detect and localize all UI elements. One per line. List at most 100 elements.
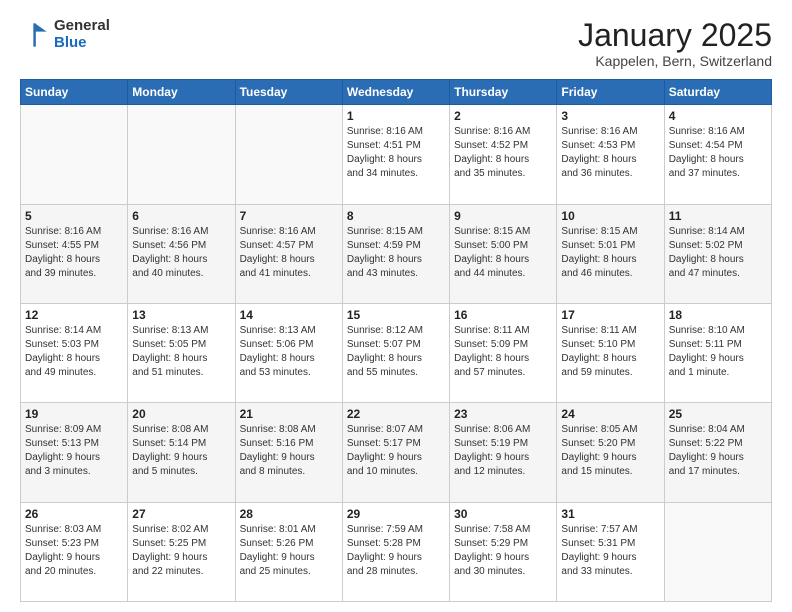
day-number: 16 <box>454 308 552 322</box>
day-info: Sunrise: 8:11 AM Sunset: 5:09 PM Dayligh… <box>454 324 552 380</box>
calendar-cell <box>128 105 235 204</box>
header: General Blue January 2025 Kappelen, Bern… <box>20 18 772 69</box>
logo-blue: Blue <box>54 34 87 51</box>
calendar-cell <box>664 502 771 601</box>
logo-text: General Blue <box>54 18 110 51</box>
day-number: 12 <box>25 308 123 322</box>
week-row-3: 12 Sunrise: 8:14 AM Sunset: 5:03 PM Dayli… <box>21 303 772 402</box>
calendar-cell: 11 Sunrise: 8:14 AM Sunset: 5:02 PM Dayli… <box>664 204 771 303</box>
logo: General Blue <box>20 18 110 51</box>
day-number: 8 <box>347 209 445 223</box>
calendar-cell: 31 Sunrise: 7:57 AM Sunset: 5:31 PM Dayli… <box>557 502 664 601</box>
day-number: 30 <box>454 507 552 521</box>
day-number: 5 <box>25 209 123 223</box>
calendar-cell: 5Sunrise: 8:16 AM Sunset: 4:55 PM Daylig… <box>21 204 128 303</box>
calendar-cell: 1Sunrise: 8:16 AM Sunset: 4:51 PM Daylig… <box>342 105 449 204</box>
day-number: 27 <box>132 507 230 521</box>
day-info: Sunrise: 8:16 AM Sunset: 4:53 PM Dayligh… <box>561 125 659 181</box>
calendar-cell: 20 Sunrise: 8:08 AM Sunset: 5:14 PM Dayli… <box>128 403 235 502</box>
title-block: January 2025 Kappelen, Bern, Switzerland <box>578 18 772 69</box>
weekday-header-monday: Monday <box>128 80 235 105</box>
logo-general: General <box>54 17 110 34</box>
day-info: Sunrise: 8:13 AM Sunset: 5:05 PM Dayligh… <box>132 324 230 380</box>
weekday-header-saturday: Saturday <box>664 80 771 105</box>
month-title: January 2025 <box>578 18 772 53</box>
day-info: Sunrise: 8:10 AM Sunset: 5:11 PM Dayligh… <box>669 324 767 380</box>
calendar-cell: 8 Sunrise: 8:15 AM Sunset: 4:59 PM Daylig… <box>342 204 449 303</box>
weekday-header-tuesday: Tuesday <box>235 80 342 105</box>
calendar-table: SundayMondayTuesdayWednesdayThursdayFrid… <box>20 79 772 602</box>
day-info: Sunrise: 8:16 AM Sunset: 4:52 PM Dayligh… <box>454 125 552 181</box>
calendar-cell: 6 Sunrise: 8:16 AM Sunset: 4:56 PM Daylig… <box>128 204 235 303</box>
day-info: Sunrise: 8:16 AM Sunset: 4:51 PM Dayligh… <box>347 125 445 181</box>
day-info: Sunrise: 8:13 AM Sunset: 5:06 PM Dayligh… <box>240 324 338 380</box>
day-number: 11 <box>669 209 767 223</box>
weekday-header-sunday: Sunday <box>21 80 128 105</box>
calendar-cell: 21Sunrise: 8:08 AM Sunset: 5:16 PM Dayli… <box>235 403 342 502</box>
calendar-cell: 17Sunrise: 8:11 AM Sunset: 5:10 PM Dayli… <box>557 303 664 402</box>
day-info: Sunrise: 7:58 AM Sunset: 5:29 PM Dayligh… <box>454 523 552 579</box>
calendar-cell: 13 Sunrise: 8:13 AM Sunset: 5:05 PM Dayli… <box>128 303 235 402</box>
day-number: 3 <box>561 109 659 123</box>
calendar-cell: 30 Sunrise: 7:58 AM Sunset: 5:29 PM Dayli… <box>450 502 557 601</box>
logo-icon <box>20 20 50 50</box>
weekday-header-thursday: Thursday <box>450 80 557 105</box>
day-info: Sunrise: 8:12 AM Sunset: 5:07 PM Dayligh… <box>347 324 445 380</box>
day-info: Sunrise: 8:16 AM Sunset: 4:56 PM Dayligh… <box>132 225 230 281</box>
day-number: 31 <box>561 507 659 521</box>
day-info: Sunrise: 8:16 AM Sunset: 4:57 PM Dayligh… <box>240 225 338 281</box>
day-number: 13 <box>132 308 230 322</box>
calendar-cell: 26Sunrise: 8:03 AM Sunset: 5:23 PM Dayli… <box>21 502 128 601</box>
day-info: Sunrise: 8:02 AM Sunset: 5:25 PM Dayligh… <box>132 523 230 579</box>
calendar-cell: 12 Sunrise: 8:14 AM Sunset: 5:03 PM Dayli… <box>21 303 128 402</box>
day-number: 4 <box>669 109 767 123</box>
day-number: 28 <box>240 507 338 521</box>
calendar-cell: 15 Sunrise: 8:12 AM Sunset: 5:07 PM Dayli… <box>342 303 449 402</box>
calendar-cell: 7 Sunrise: 8:16 AM Sunset: 4:57 PM Daylig… <box>235 204 342 303</box>
calendar-cell: 28 Sunrise: 8:01 AM Sunset: 5:26 PM Dayli… <box>235 502 342 601</box>
calendar-cell: 25Sunrise: 8:04 AM Sunset: 5:22 PM Dayli… <box>664 403 771 502</box>
day-info: Sunrise: 8:07 AM Sunset: 5:17 PM Dayligh… <box>347 423 445 479</box>
calendar-cell: 23 Sunrise: 8:06 AM Sunset: 5:19 PM Dayli… <box>450 403 557 502</box>
day-number: 7 <box>240 209 338 223</box>
day-info: Sunrise: 8:04 AM Sunset: 5:22 PM Dayligh… <box>669 423 767 479</box>
day-info: Sunrise: 8:08 AM Sunset: 5:16 PM Dayligh… <box>240 423 338 479</box>
calendar-cell: 9 Sunrise: 8:15 AM Sunset: 5:00 PM Daylig… <box>450 204 557 303</box>
week-row-4: 19Sunrise: 8:09 AM Sunset: 5:13 PM Dayli… <box>21 403 772 502</box>
day-info: Sunrise: 8:15 AM Sunset: 4:59 PM Dayligh… <box>347 225 445 281</box>
day-number: 2 <box>454 109 552 123</box>
day-info: Sunrise: 7:59 AM Sunset: 5:28 PM Dayligh… <box>347 523 445 579</box>
day-info: Sunrise: 8:15 AM Sunset: 5:01 PM Dayligh… <box>561 225 659 281</box>
calendar-cell <box>21 105 128 204</box>
day-number: 23 <box>454 407 552 421</box>
day-number: 9 <box>454 209 552 223</box>
day-info: Sunrise: 8:06 AM Sunset: 5:19 PM Dayligh… <box>454 423 552 479</box>
calendar-cell: 2 Sunrise: 8:16 AM Sunset: 4:52 PM Daylig… <box>450 105 557 204</box>
calendar-cell: 22Sunrise: 8:07 AM Sunset: 5:17 PM Dayli… <box>342 403 449 502</box>
day-info: Sunrise: 8:15 AM Sunset: 5:00 PM Dayligh… <box>454 225 552 281</box>
day-info: Sunrise: 8:14 AM Sunset: 5:02 PM Dayligh… <box>669 225 767 281</box>
week-row-1: 1Sunrise: 8:16 AM Sunset: 4:51 PM Daylig… <box>21 105 772 204</box>
calendar-cell: 29Sunrise: 7:59 AM Sunset: 5:28 PM Dayli… <box>342 502 449 601</box>
page: General Blue January 2025 Kappelen, Bern… <box>0 0 792 612</box>
day-info: Sunrise: 8:01 AM Sunset: 5:26 PM Dayligh… <box>240 523 338 579</box>
day-info: Sunrise: 8:05 AM Sunset: 5:20 PM Dayligh… <box>561 423 659 479</box>
day-info: Sunrise: 8:14 AM Sunset: 5:03 PM Dayligh… <box>25 324 123 380</box>
day-info: Sunrise: 8:08 AM Sunset: 5:14 PM Dayligh… <box>132 423 230 479</box>
weekday-header-row: SundayMondayTuesdayWednesdayThursdayFrid… <box>21 80 772 105</box>
calendar-cell: 18Sunrise: 8:10 AM Sunset: 5:11 PM Dayli… <box>664 303 771 402</box>
day-number: 20 <box>132 407 230 421</box>
day-number: 14 <box>240 308 338 322</box>
calendar-cell: 3 Sunrise: 8:16 AM Sunset: 4:53 PM Daylig… <box>557 105 664 204</box>
day-number: 26 <box>25 507 123 521</box>
day-number: 15 <box>347 308 445 322</box>
day-info: Sunrise: 7:57 AM Sunset: 5:31 PM Dayligh… <box>561 523 659 579</box>
day-number: 19 <box>25 407 123 421</box>
weekday-header-friday: Friday <box>557 80 664 105</box>
day-number: 6 <box>132 209 230 223</box>
day-info: Sunrise: 8:11 AM Sunset: 5:10 PM Dayligh… <box>561 324 659 380</box>
location: Kappelen, Bern, Switzerland <box>578 53 772 69</box>
calendar-cell: 4Sunrise: 8:16 AM Sunset: 4:54 PM Daylig… <box>664 105 771 204</box>
day-number: 24 <box>561 407 659 421</box>
day-number: 10 <box>561 209 659 223</box>
